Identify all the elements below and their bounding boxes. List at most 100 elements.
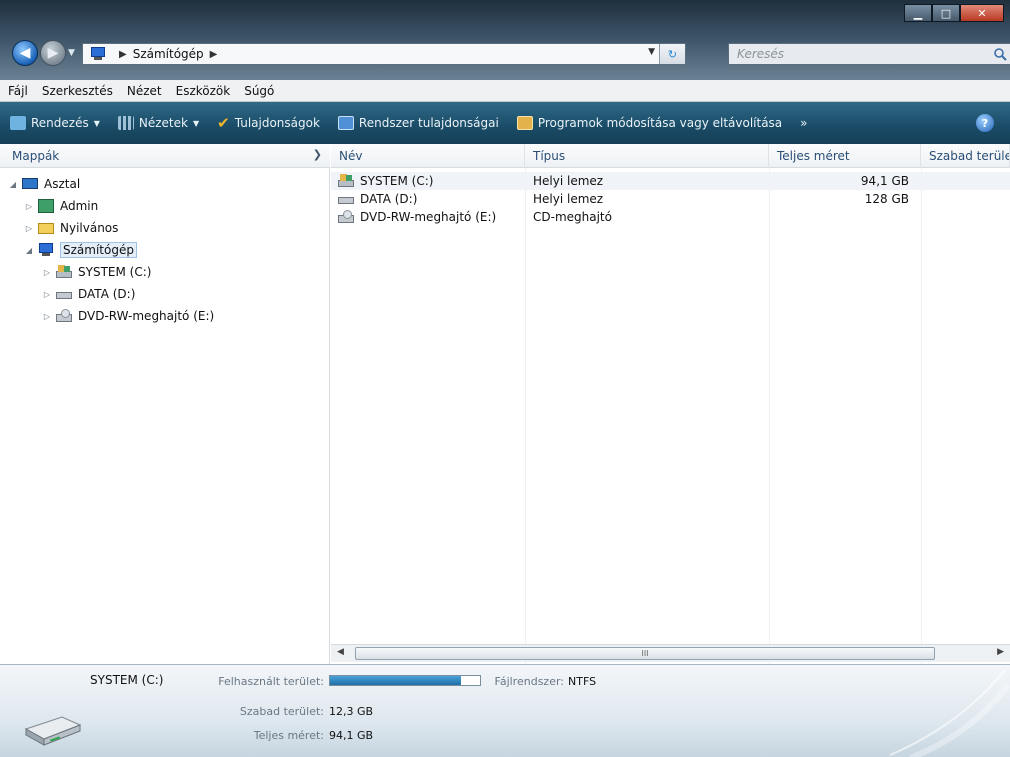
expand-arrow-icon[interactable]: ◢ bbox=[24, 246, 34, 255]
column-divider bbox=[769, 168, 770, 664]
programs-button[interactable]: Programok módosítása vagy eltávolítása bbox=[516, 116, 782, 130]
computer-icon bbox=[37, 243, 55, 257]
expand-arrow-icon[interactable]: ▷ bbox=[24, 202, 34, 211]
back-button[interactable]: ◀ bbox=[12, 40, 38, 66]
help-button[interactable]: ? bbox=[976, 114, 994, 132]
system-properties-button[interactable]: Rendszer tulajdonságai bbox=[337, 116, 499, 130]
tree-item-computer[interactable]: ◢ Számítógép bbox=[24, 240, 137, 260]
file-list: Név Típus Teljes méret Szabad terüle SYS… bbox=[331, 144, 1010, 664]
organize-icon bbox=[10, 116, 26, 130]
more-commands-button[interactable]: » bbox=[800, 116, 807, 130]
column-header-free-space[interactable]: Szabad terüle bbox=[921, 144, 1010, 168]
organize-button[interactable]: Rendezés ▼ bbox=[10, 116, 100, 130]
list-row-system-drive[interactable]: SYSTEM (C:) Helyi lemez 94,1 GB bbox=[331, 172, 1010, 190]
tree-item-label: Számítógép bbox=[60, 242, 137, 258]
tree-item-label: DATA (D:) bbox=[78, 287, 136, 301]
tree-item-admin[interactable]: ▷ Admin bbox=[24, 196, 98, 216]
tree-item-system-drive[interactable]: ▷ SYSTEM (C:) bbox=[42, 262, 151, 282]
properties-label: Tulajdonságok bbox=[234, 116, 320, 130]
list-cell-name: DATA (D:) bbox=[337, 190, 523, 208]
tree-item-desktop[interactable]: ◢ Asztal bbox=[8, 174, 80, 194]
expand-arrow-icon[interactable]: ▷ bbox=[42, 290, 52, 299]
system-properties-icon bbox=[337, 116, 354, 130]
caption-buttons: ▁ □ ✕ bbox=[904, 4, 1004, 24]
menu-help[interactable]: Súgó bbox=[244, 84, 274, 98]
drive-type: CD-meghajtó bbox=[533, 210, 612, 224]
views-button[interactable]: Nézetek ▼ bbox=[117, 116, 200, 130]
column-header-name[interactable]: Név bbox=[331, 144, 525, 168]
search-input[interactable]: Keresés bbox=[737, 47, 784, 61]
scroll-right-icon[interactable]: ▶ bbox=[997, 647, 1004, 657]
details-pane: SYSTEM (C:) Felhasznált terület: Fájlren… bbox=[0, 664, 1010, 757]
programs-icon bbox=[516, 116, 533, 130]
menu-bar: Fájl Szerkesztés Nézet Eszközök Súgó bbox=[0, 80, 1010, 102]
decorative-swoosh bbox=[889, 669, 1010, 757]
dvd-drive-icon bbox=[337, 210, 355, 224]
maximize-button[interactable]: □ bbox=[932, 4, 960, 22]
refresh-button[interactable]: ↻ bbox=[659, 44, 685, 64]
filesystem-label: Fájlrendszer: bbox=[494, 675, 564, 688]
search-icon[interactable] bbox=[993, 47, 1007, 61]
column-header-type[interactable]: Típus bbox=[525, 144, 769, 168]
expand-arrow-icon[interactable]: ◢ bbox=[8, 180, 18, 189]
breadcrumb-separator[interactable]: ▶ bbox=[119, 49, 127, 60]
properties-button[interactable]: ✔ Tulajdonságok bbox=[217, 114, 320, 132]
desktop-icon bbox=[21, 177, 39, 191]
scrollbar-grip-icon: III bbox=[641, 649, 649, 658]
menu-file[interactable]: Fájl bbox=[8, 84, 28, 98]
drive-total-size bbox=[777, 208, 909, 226]
hard-drive-icon bbox=[55, 287, 73, 301]
navigation-row: ◀ ▶ ▼ ▶ Számítógép ▶ ▼ ↻ Keresés bbox=[8, 40, 1010, 68]
forward-button[interactable]: ▶ bbox=[40, 40, 66, 66]
drive-total-size: 128 GB bbox=[864, 192, 909, 206]
recent-pages-dropdown[interactable]: ▼ bbox=[68, 48, 75, 58]
menu-edit[interactable]: Szerkesztés bbox=[42, 84, 113, 98]
tree-item-data-drive[interactable]: ▷ DATA (D:) bbox=[42, 284, 135, 304]
menu-tools[interactable]: Eszközök bbox=[176, 84, 231, 98]
free-space-label: Szabad terület: bbox=[239, 705, 324, 718]
dvd-drive-icon bbox=[55, 309, 73, 323]
navigation-pane-title: Mappák bbox=[12, 148, 60, 163]
scroll-left-icon[interactable]: ◀ bbox=[337, 647, 344, 657]
user-folder-icon bbox=[37, 199, 55, 213]
address-bar[interactable]: ▶ Számítógép ▶ ▼ ↻ bbox=[82, 43, 686, 65]
expand-arrow-icon[interactable]: ▷ bbox=[42, 312, 52, 321]
chevron-down-icon[interactable]: ❯ bbox=[313, 148, 322, 161]
tree-item-dvd-drive[interactable]: ▷ DVD-RW-meghajtó (E:) bbox=[42, 306, 214, 326]
breadcrumb-separator[interactable]: ▶ bbox=[210, 49, 218, 60]
system-drive-icon bbox=[55, 265, 73, 279]
tree-item-label: DVD-RW-meghajtó (E:) bbox=[78, 309, 215, 323]
navigation-pane-header[interactable]: Mappák ❯ bbox=[0, 144, 330, 168]
total-size-label: Teljes méret: bbox=[253, 729, 324, 742]
column-header-total-size[interactable]: Teljes méret bbox=[769, 144, 921, 168]
horizontal-scrollbar[interactable]: ◀ III ▶ bbox=[331, 644, 1010, 662]
minimize-button[interactable]: ▁ bbox=[904, 4, 932, 22]
details-title: SYSTEM (C:) bbox=[90, 673, 164, 687]
list-cell-name: SYSTEM (C:) bbox=[337, 172, 523, 190]
tree-item-public[interactable]: ▷ Nyilvános bbox=[24, 218, 118, 238]
tree-item-label: SYSTEM (C:) bbox=[78, 265, 152, 279]
list-row-data-drive[interactable]: DATA (D:) Helyi lemez 128 GB bbox=[331, 190, 1010, 208]
list-header: Név Típus Teljes méret Szabad terüle bbox=[331, 144, 1010, 168]
expand-arrow-icon[interactable]: ▷ bbox=[24, 224, 34, 233]
chevron-down-icon: ▼ bbox=[192, 118, 200, 128]
navigation-pane: Mappák ❯ ◢ Asztal ▷ Admin ▷ Nyilvános ◢ bbox=[0, 144, 330, 664]
address-dropdown[interactable]: ▼ bbox=[648, 47, 655, 57]
breadcrumb-computer[interactable]: Számítógép bbox=[133, 47, 204, 61]
drive-name: SYSTEM (C:) bbox=[360, 174, 434, 188]
explorer-window: ▁ □ ✕ ◀ ▶ ▼ ▶ Számítógép ▶ ▼ ↻ Keresés F… bbox=[0, 0, 1010, 757]
close-button[interactable]: ✕ bbox=[960, 4, 1004, 22]
total-size-value: 94,1 GB bbox=[329, 729, 374, 742]
column-divider bbox=[525, 168, 526, 664]
title-bar: ▁ □ ✕ ◀ ▶ ▼ ▶ Számítógép ▶ ▼ ↻ Keresés bbox=[0, 0, 1010, 80]
hard-drive-icon bbox=[24, 716, 82, 746]
scrollbar-thumb[interactable]: III bbox=[355, 647, 935, 660]
tree-item-label: Nyilvános bbox=[60, 221, 119, 235]
tree-item-label: Admin bbox=[60, 199, 99, 213]
drive-name: DATA (D:) bbox=[360, 192, 418, 206]
expand-arrow-icon[interactable]: ▷ bbox=[42, 268, 52, 277]
list-row-dvd-drive[interactable]: DVD-RW-meghajtó (E:) CD-meghajtó bbox=[331, 208, 1010, 226]
menu-view[interactable]: Nézet bbox=[127, 84, 162, 98]
command-bar: Rendezés ▼ Nézetek ▼ ✔ Tulajdonságok Ren… bbox=[0, 102, 1010, 144]
search-box[interactable]: Keresés bbox=[728, 43, 1010, 65]
